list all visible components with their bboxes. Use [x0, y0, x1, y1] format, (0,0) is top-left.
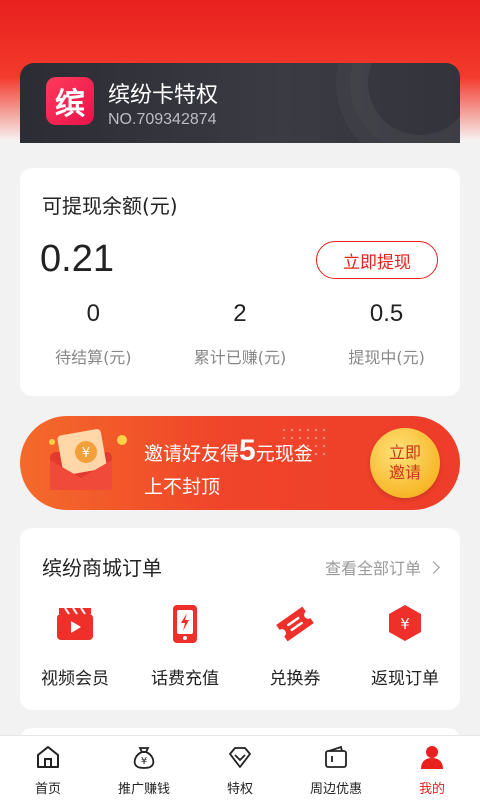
chevron-right-icon	[427, 560, 440, 574]
order-item-label: 视频会员	[41, 669, 109, 689]
svg-text:¥: ¥	[82, 446, 90, 461]
withdraw-button[interactable]: 立即提现	[316, 241, 438, 279]
tab-label: 推广赚钱	[117, 782, 170, 797]
card-decoration	[350, 63, 460, 143]
coupon-icon	[276, 606, 314, 642]
tab-mine[interactable]: 我的	[384, 736, 480, 800]
tab-privilege[interactable]: 特权	[192, 736, 288, 800]
svg-text:¥: ¥	[141, 756, 147, 767]
wallet-icon	[325, 745, 347, 768]
stat-label: 待结算(元)	[55, 348, 132, 367]
balance-panel: 可提现余额(元) 0.21 立即提现 0 待结算(元) 2 累计已赚(元) 0.…	[20, 168, 460, 396]
tab-home[interactable]: 首页	[0, 736, 96, 800]
stat-total-earned[interactable]: 2 累计已赚(元)	[167, 300, 314, 368]
cashback-icon: ¥	[389, 605, 421, 641]
user-icon	[421, 746, 443, 769]
order-item-label: 兑换券	[269, 669, 321, 689]
tab-label: 首页	[34, 782, 61, 797]
brand-logo: 缤	[46, 77, 94, 125]
banner-headline-prefix: 邀请好友得	[144, 443, 240, 465]
stat-withdrawing[interactable]: 0.5 提现中(元)	[313, 300, 460, 368]
invite-banner[interactable]: ¥ 邀请好友得5元现金 上不封顶 立即 邀请	[20, 416, 460, 510]
stat-label: 累计已赚(元)	[193, 348, 287, 367]
home-icon	[37, 746, 59, 768]
card-number: NO.709342874	[108, 111, 217, 128]
order-item-label: 返现订单	[371, 669, 439, 689]
stat-value: 2	[233, 300, 247, 327]
balance-amount: 0.21	[40, 238, 114, 280]
tab-nearby-deals[interactable]: 周边优惠	[288, 736, 384, 800]
view-all-label: 查看全部订单	[324, 559, 421, 578]
invite-button-line2: 邀请	[388, 463, 421, 482]
stat-label: 提现中(元)	[348, 348, 425, 367]
phone-recharge-icon	[173, 605, 197, 643]
invite-now-button[interactable]: 立即 邀请	[370, 428, 440, 498]
red-envelope-icon: ¥	[49, 429, 127, 490]
svg-text:¥: ¥	[400, 615, 410, 633]
stat-value: 0	[86, 300, 100, 327]
invite-button-line1: 立即	[388, 443, 421, 462]
order-item-cashback[interactable]: ¥ 返现订单	[350, 602, 460, 689]
banner-subline: 上不封顶	[144, 476, 221, 498]
diamond-icon	[229, 747, 251, 768]
orders-title: 缤纷商城订单	[42, 556, 162, 580]
stat-pending[interactable]: 0 待结算(元)	[20, 300, 167, 368]
order-categories: 视频会员 话费充值 兑换券 ¥ 返现订单	[20, 602, 460, 689]
tab-label: 我的	[418, 782, 445, 797]
balance-title: 可提现余额(元)	[42, 194, 178, 218]
banner-headline-suffix: 元现金	[255, 443, 313, 465]
bottom-tab-bar: 首页 ¥ 推广赚钱 特权 周边优惠 我的	[0, 735, 480, 800]
video-member-icon	[57, 607, 93, 640]
order-item-video-member[interactable]: 视频会员	[20, 602, 130, 689]
stat-value: 0.5	[369, 300, 404, 327]
tab-label: 周边优惠	[309, 782, 362, 797]
card-title: 缤纷卡特权	[108, 83, 219, 108]
banner-headline-amount: 5	[239, 434, 256, 467]
order-item-coupon[interactable]: 兑换券	[240, 602, 350, 689]
orders-panel: 缤纷商城订单 查看全部订单 视频会员 话费充值 兑换券 ¥ 返现订单	[20, 528, 460, 710]
member-card[interactable]: 缤 缤纷卡特权 NO.709342874	[20, 63, 460, 143]
order-item-phone-recharge[interactable]: 话费充值	[130, 602, 240, 689]
brand-logo-text: 缤	[55, 87, 85, 122]
tab-promote[interactable]: ¥ 推广赚钱	[96, 736, 192, 800]
money-bag-icon: ¥	[133, 747, 155, 769]
tab-label: 特权	[226, 782, 253, 797]
view-all-orders-link[interactable]: 查看全部订单	[324, 555, 440, 579]
order-item-label: 话费充值	[151, 669, 219, 689]
balance-stats: 0 待结算(元) 2 累计已赚(元) 0.5 提现中(元)	[20, 300, 460, 368]
banner-headline: 邀请好友得5元现金	[144, 434, 313, 468]
